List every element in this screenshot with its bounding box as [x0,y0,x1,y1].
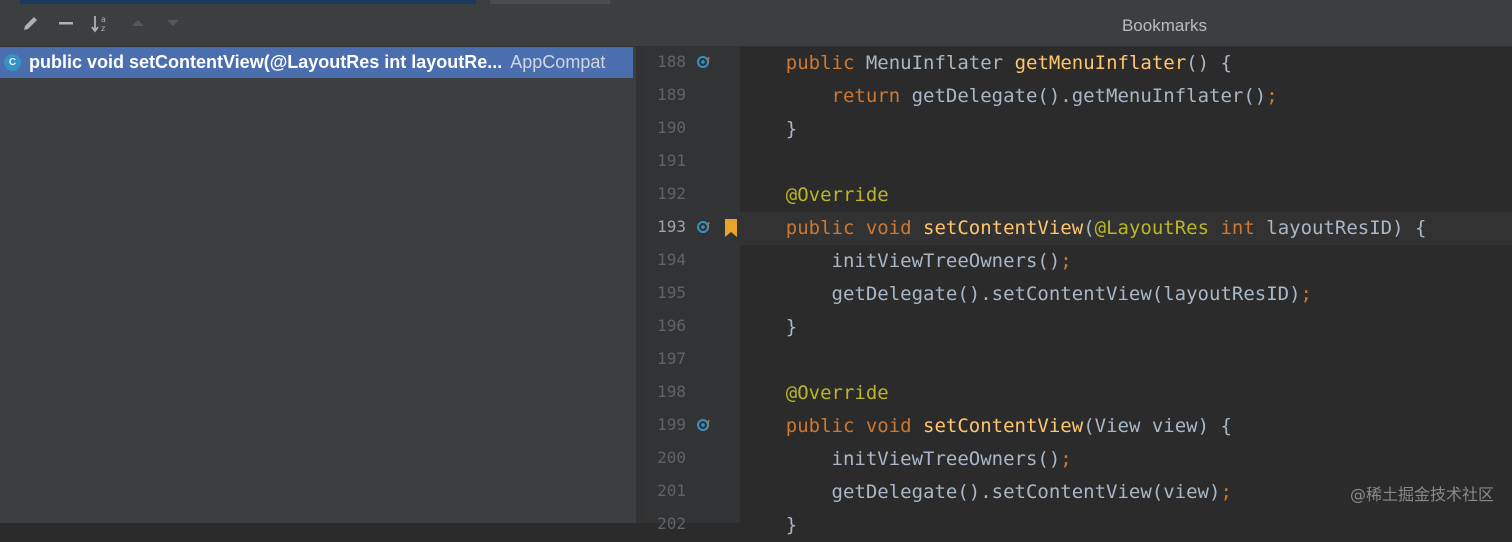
code-line[interactable]: return getDelegate().getMenuInflater(); [740,80,1512,113]
gutter-line[interactable]: 189 [644,80,740,113]
code-line[interactable]: initViewTreeOwners(); [740,443,1512,476]
gutter-line[interactable]: 198 [644,377,740,410]
gutter-line[interactable]: 202 [644,509,740,542]
code-token: ; [1220,481,1232,503]
code-token: ( [1083,217,1095,239]
panel-divider[interactable] [636,47,644,523]
code-token: public void [740,217,924,239]
line-number: 189 [657,85,686,104]
gutter-line[interactable]: 197 [644,344,740,377]
gutter-line[interactable]: 188 ↑ [644,47,740,80]
down-arrow-icon[interactable] [162,13,184,35]
line-number: 191 [657,151,686,170]
bookmark-location: AppCompat [510,52,606,72]
code-line[interactable]: public MenuInflater getMenuInflater() { [740,47,1512,80]
code-token: public void [740,415,924,437]
override-icon[interactable]: ↑ [696,54,712,71]
code-editor[interactable]: public MenuInflater getMenuInflater() { … [740,47,1512,536]
code-token: setContentView [923,415,1084,437]
line-number: 195 [657,283,686,302]
line-number: 190 [657,118,686,137]
code-token: @Override [740,184,889,206]
code-line[interactable]: public void setContentView(@LayoutRes in… [740,212,1512,245]
code-token: public [740,52,866,74]
line-number: 194 [657,250,686,269]
bookmark-signature: public void setContentView(@LayoutRes in… [29,52,503,72]
line-number: 196 [657,316,686,335]
code-token: setContentView [923,217,1084,239]
edit-icon[interactable] [20,13,42,35]
gutter-line[interactable]: 194 [644,245,740,278]
line-number: 202 [657,514,686,533]
code-token: @Override [740,382,889,404]
code-token: ; [1060,448,1072,470]
gutter-line[interactable]: 195 [644,278,740,311]
code-token: getMenuInflater [1014,52,1187,74]
code-token: } [740,118,798,140]
bookmarks-list: C public void setContentView(@LayoutRes … [0,47,636,523]
code-token: } [740,316,798,338]
gutter-line[interactable]: 200 [644,443,740,476]
code-line[interactable]: initViewTreeOwners(); [740,245,1512,278]
bookmarks-title: Bookmarks [1121,16,1207,35]
sort-alpha-icon[interactable]: a z [90,13,112,35]
code-token: } [740,514,798,536]
code-token: getDelegate().getMenuInflater() [911,85,1267,107]
code-token: return [740,85,912,107]
svg-text:z: z [101,24,105,33]
override-icon[interactable]: ↑ [696,417,712,434]
code-token: @LayoutRes [1094,217,1221,239]
code-token: getDelegate().setContentView(layoutResID… [740,283,1301,305]
code-token: getDelegate().setContentView(view) [740,481,1221,503]
gutter-line[interactable]: 190 [644,113,740,146]
up-arrow-icon[interactable] [127,13,149,35]
code-line[interactable]: } [740,311,1512,344]
code-line[interactable]: } [740,113,1512,146]
code-token: MenuInflater [865,52,1015,74]
bookmark-icon[interactable] [724,218,738,238]
line-number: 200 [657,448,686,467]
code-token: layoutResID) { [1266,217,1427,239]
svg-text:a: a [101,15,106,24]
bookmark-item[interactable]: C public void setContentView(@LayoutRes … [0,47,633,78]
gutter-line[interactable]: 192 [644,179,740,212]
code-token: initViewTreeOwners() [740,448,1061,470]
line-number: 199 [657,415,686,434]
line-number: 201 [657,481,686,500]
tab-strip-active [20,0,476,4]
code-token: ; [1060,250,1072,272]
code-line[interactable] [740,146,1512,179]
gutter-line[interactable]: 196 [644,311,740,344]
code-line[interactable]: getDelegate().setContentView(layoutResID… [740,278,1512,311]
editor-gutter[interactable]: 188 ↑ 189 190 191 192 193 ↑ 194 195 196 197 198 199 ↑ 2… [644,47,740,533]
line-number: 193 [657,217,686,236]
code-line[interactable]: public void setContentView(View view) { [740,410,1512,443]
code-line[interactable]: @Override [740,377,1512,410]
line-number: 188 [657,52,686,71]
code-token: initViewTreeOwners() [740,250,1061,272]
gutter-line[interactable]: 199 ↑ [644,410,740,443]
gutter-line[interactable]: 201 [644,476,740,509]
code-token: int [1220,217,1267,239]
watermark: @稀土掘金技术社区 [1349,485,1494,504]
gutter-line[interactable]: 191 [644,146,740,179]
line-number: 197 [657,349,686,368]
tab-strip [490,0,610,4]
collapse-icon[interactable] [55,13,77,35]
code-token: (View view) { [1083,415,1232,437]
code-token: ; [1300,283,1312,305]
gutter-line[interactable]: 193 ↑ [644,212,740,245]
class-icon: C [4,54,21,71]
line-number: 198 [657,382,686,401]
bookmarks-toolbar: a z Bookmarks [0,0,1512,47]
code-line[interactable]: } [740,509,1512,542]
code-token: () { [1186,52,1232,74]
line-number: 192 [657,184,686,203]
code-line[interactable] [740,344,1512,377]
override-icon[interactable]: ↑ [696,219,712,236]
code-line[interactable]: @Override [740,179,1512,212]
code-token: ; [1266,85,1278,107]
